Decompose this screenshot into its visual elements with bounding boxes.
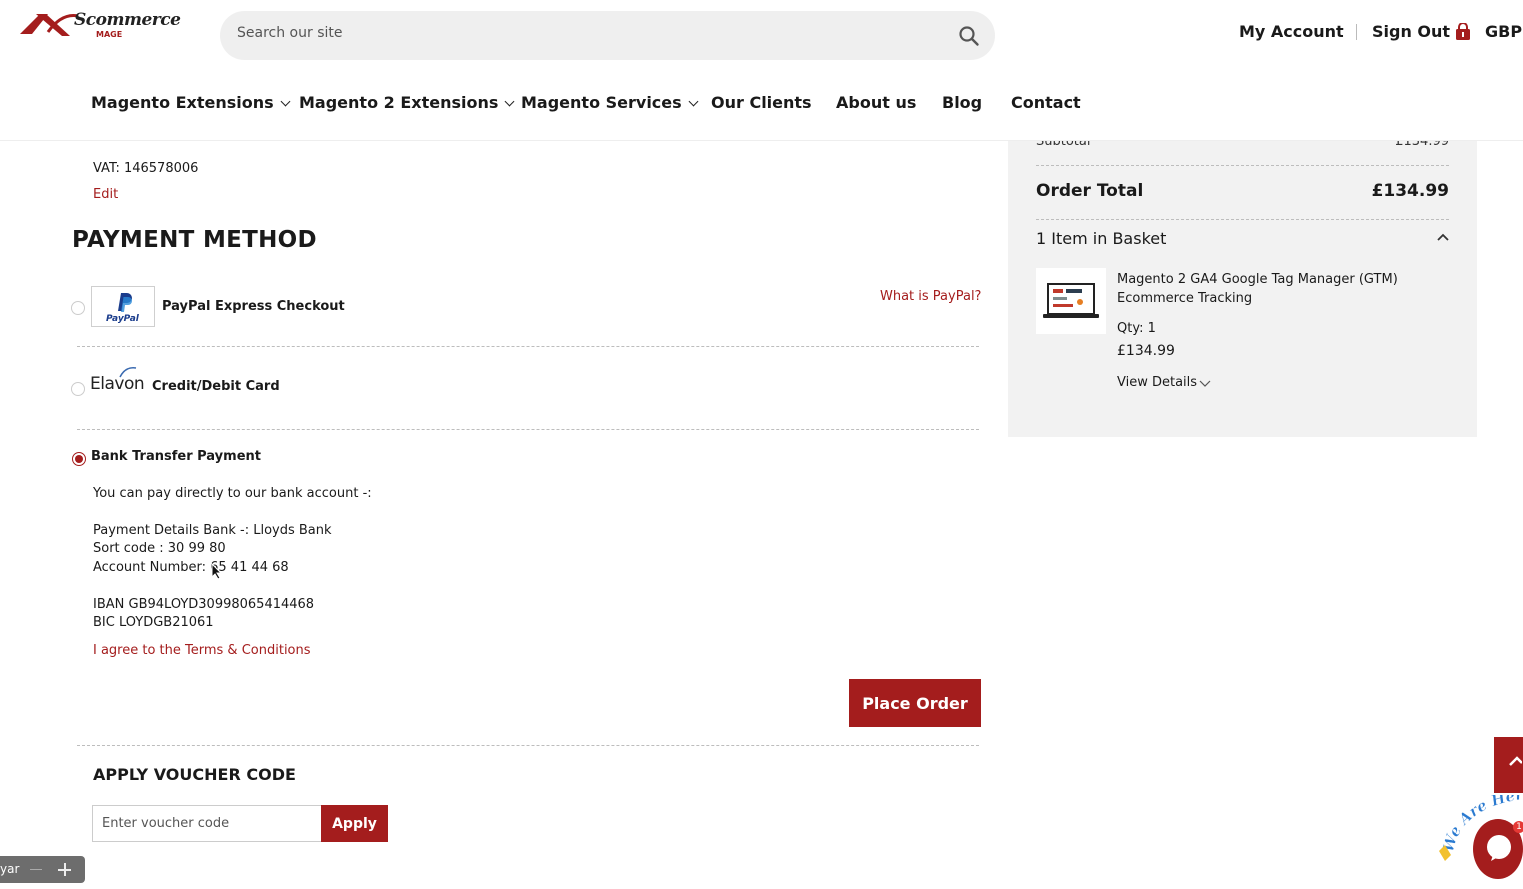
site-logo[interactable]: Scommerce MAGE [18, 8, 181, 44]
bank-transfer-radio[interactable] [72, 452, 86, 466]
voucher-input[interactable] [92, 805, 322, 842]
nav-label: Magento 2 Extensions [299, 93, 499, 112]
elavon-logo: Elavon [90, 366, 148, 396]
paypal-icon [118, 293, 132, 312]
nav-about-us[interactable]: About us [836, 93, 916, 112]
divider [77, 346, 979, 347]
chat-bubble-icon [1487, 835, 1511, 861]
logo-x-icon [20, 14, 79, 36]
product-qty: Qty: 1 [1117, 321, 1156, 336]
elavon-logo-text: Elavon [90, 374, 145, 394]
nav-label: About us [836, 93, 917, 112]
product-price: £134.99 [1117, 343, 1175, 359]
product-thumbnail[interactable] [1036, 268, 1106, 334]
nav-magento-2-extensions[interactable]: Magento 2 Extensions [299, 93, 515, 112]
chevron-down-icon [688, 96, 699, 107]
logo-text: Scommerce [74, 10, 181, 30]
minus-icon[interactable] [30, 869, 42, 870]
search-bar [220, 11, 995, 60]
paypal-radio[interactable] [71, 301, 85, 315]
nav-label: Blog [942, 93, 983, 112]
recording-toolbar: yar [0, 856, 85, 883]
nav-our-clients[interactable]: Our Clients [711, 93, 812, 112]
chevron-up-icon[interactable] [1437, 232, 1449, 242]
divider [1036, 165, 1449, 166]
product-name-line1[interactable]: Magento 2 GA4 Google Tag Manager (GTM) [1117, 272, 1398, 287]
divider [1036, 219, 1449, 220]
account-number: Account Number: 65 41 44 68 [93, 560, 289, 575]
chat-unread-badge: 1 [1513, 821, 1523, 833]
chevron-down-icon[interactable] [1199, 379, 1211, 387]
header-divider [1356, 24, 1357, 40]
iban: IBAN GB94LOYD30998065414468 [93, 597, 315, 612]
basket-count-toggle[interactable]: 1 Item in Basket [1036, 229, 1166, 248]
bank-name: Payment Details Bank -: Lloyds Bank [93, 523, 332, 538]
vat-number: VAT: 146578006 [93, 161, 199, 176]
order-total-label: Order Total [1036, 181, 1144, 201]
chevron-down-icon [504, 96, 515, 107]
nav-label: Our Clients [711, 93, 812, 112]
order-total-value: £134.99 [1371, 181, 1449, 201]
paypal-label[interactable]: PayPal Express Checkout [162, 299, 345, 314]
live-chat-button[interactable]: 1 [1473, 819, 1523, 879]
what-is-paypal-link[interactable]: What is PayPal? [880, 289, 981, 304]
nav-label: Contact [1011, 93, 1081, 112]
order-summary: Subtotal £134.99 Order Total £134.99 1 I… [1008, 134, 1477, 437]
bank-transfer-label[interactable]: Bank Transfer Payment [91, 449, 261, 464]
nav-label: Magento Extensions [91, 93, 274, 112]
edit-address-link[interactable]: Edit [93, 187, 118, 202]
nav-contact[interactable]: Contact [1011, 93, 1081, 112]
nav-magento-services[interactable]: Magento Services [521, 93, 699, 112]
search-input[interactable] [237, 25, 937, 41]
sign-out-link[interactable]: Sign Out [1372, 22, 1450, 41]
terms-conditions-link[interactable]: I agree to the Terms & Conditions [93, 643, 311, 658]
chevron-down-icon [280, 96, 291, 107]
card-radio[interactable] [71, 382, 85, 396]
apply-voucher-button[interactable]: Apply [321, 805, 388, 842]
view-details-toggle[interactable]: View Details [1117, 375, 1197, 390]
site-header: Scommerce MAGE My Account Sign Out GBP M… [0, 0, 1523, 141]
bank-intro: You can pay directly to our bank account… [93, 486, 372, 501]
nav-label: Magento Services [521, 93, 682, 112]
my-account-link[interactable]: My Account [1239, 22, 1344, 41]
place-order-button[interactable]: Place Order [849, 679, 981, 727]
toolbar-text: yar [0, 862, 20, 876]
product-name-line2[interactable]: Ecommerce Tracking [1117, 291, 1252, 306]
paypal-logo-text: PayPal [106, 314, 139, 324]
basket-icon[interactable] [1455, 23, 1471, 41]
mouse-cursor-icon [211, 563, 223, 580]
sort-code: Sort code : 30 99 80 [93, 541, 226, 556]
arrow-up-icon [1509, 756, 1522, 766]
card-label[interactable]: Credit/Debit Card [152, 379, 280, 394]
scroll-to-top-button[interactable] [1494, 737, 1523, 793]
currency-selector[interactable]: GBP [1485, 22, 1522, 41]
nav-blog[interactable]: Blog [942, 93, 982, 112]
bic: BIC LOYDGB21061 [93, 615, 214, 630]
paypal-logo: PayPal [91, 286, 155, 327]
payment-method-heading: PAYMENT METHOD [72, 227, 317, 253]
divider [77, 429, 979, 430]
nav-magento-extensions[interactable]: Magento Extensions [91, 93, 291, 112]
laptop-icon [1043, 283, 1099, 318]
voucher-heading: APPLY VOUCHER CODE [93, 765, 296, 784]
divider [77, 745, 979, 746]
plus-icon[interactable] [58, 861, 72, 877]
logo-subtext: MAGE [96, 30, 123, 39]
search-icon[interactable] [958, 25, 980, 47]
